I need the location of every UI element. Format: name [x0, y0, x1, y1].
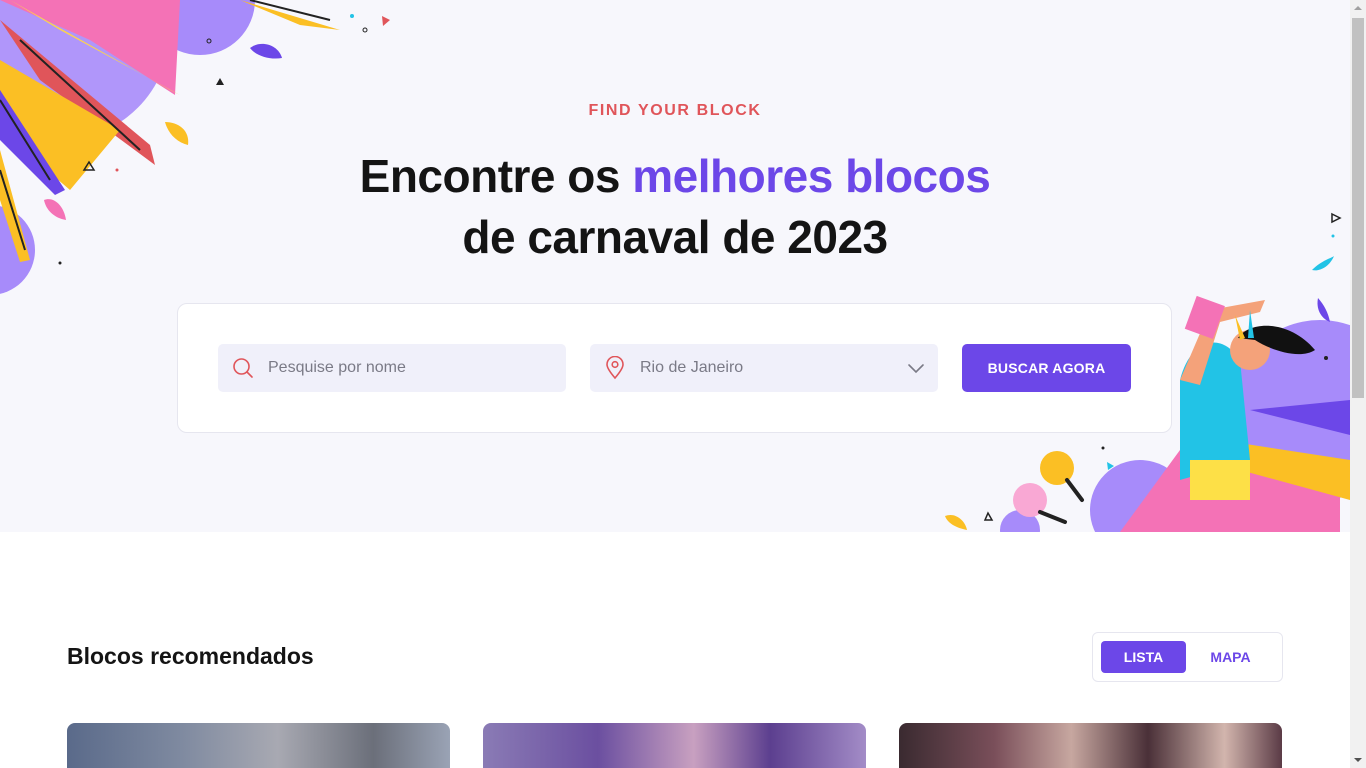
hero-section: FIND YOUR BLOCK Encontre os melhores blo… — [0, 0, 1350, 532]
search-card: Rio de Janeiro BUSCAR AGORA — [177, 303, 1172, 433]
view-toggle-list[interactable]: LISTA — [1101, 641, 1186, 673]
chevron-down-icon[interactable] — [894, 344, 938, 392]
search-icon — [218, 344, 268, 392]
scrollbar-thumb[interactable] — [1352, 18, 1364, 398]
hero-headline: Encontre os melhores blocos de carnaval … — [0, 146, 1350, 268]
view-toggle-map[interactable]: MAPA — [1188, 641, 1273, 673]
scroll-up-arrow-icon[interactable] — [1350, 0, 1366, 16]
city-select-value: Rio de Janeiro — [640, 359, 744, 376]
search-input[interactable] — [268, 359, 528, 377]
block-card-image[interactable] — [67, 723, 450, 768]
recommended-section-title: Blocos recomendados — [67, 643, 314, 669]
headline-part-2: de carnaval de 2023 — [462, 211, 888, 263]
headline-accent: melhores blocos — [632, 150, 991, 202]
scroll-down-arrow-icon[interactable] — [1350, 752, 1366, 768]
search-name-field[interactable] — [218, 344, 566, 392]
city-select[interactable]: Rio de Janeiro — [590, 344, 938, 392]
block-card-image[interactable] — [483, 723, 866, 768]
block-card-image[interactable] — [899, 723, 1282, 768]
view-toggle: LISTA MAPA — [1092, 632, 1283, 682]
search-submit-button[interactable]: BUSCAR AGORA — [962, 344, 1131, 392]
hero-eyebrow: FIND YOUR BLOCK — [588, 102, 762, 119]
map-pin-icon — [590, 344, 640, 392]
headline-part-1: Encontre os — [359, 150, 633, 202]
